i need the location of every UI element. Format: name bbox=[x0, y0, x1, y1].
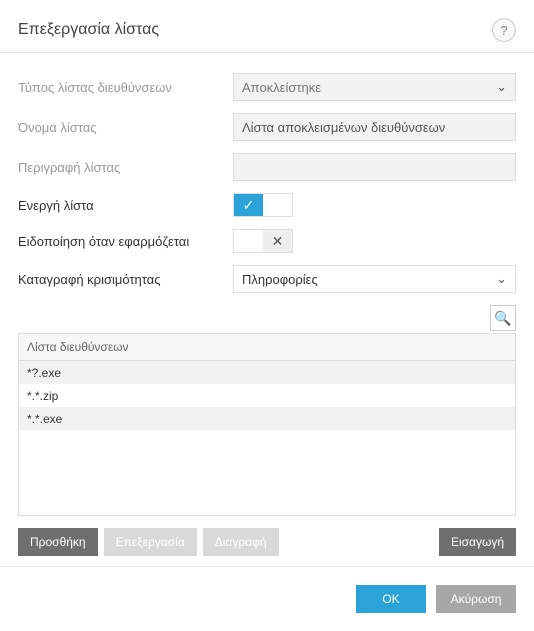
add-button[interactable]: Προσθήκη bbox=[18, 528, 98, 556]
help-icon: ? bbox=[500, 23, 507, 38]
row-notify: Ειδοποίηση όταν εφαρμόζεται ✕ bbox=[18, 229, 516, 253]
chevron-down-icon: ⌄ bbox=[496, 271, 507, 287]
label-active: Ενεργή λίστα bbox=[18, 198, 233, 213]
dialog: Επεξεργασία λίστας ? Τύπος λίστας διευθύ… bbox=[0, 0, 534, 631]
list-header: Λίστα διευθύνσεων bbox=[18, 333, 516, 361]
ok-button[interactable]: OK bbox=[356, 585, 426, 613]
select-type[interactable]: Αποκλείστηκε ⌄ bbox=[233, 73, 516, 101]
select-severity[interactable]: Πληροφορίες ⌄ bbox=[233, 265, 516, 293]
body: Τύπος λίστας διευθύνσεων Αποκλείστηκε ⌄ … bbox=[0, 53, 534, 566]
list-item[interactable]: *?.exe bbox=[19, 361, 515, 384]
import-button[interactable]: Εισαγωγή bbox=[439, 528, 516, 556]
edit-button: Επεξεργασία bbox=[104, 528, 197, 556]
list-item-text: *.*.zip bbox=[27, 389, 58, 403]
toggle-off-side bbox=[263, 194, 292, 216]
row-active: Ενεργή λίστα ✓ bbox=[18, 193, 516, 217]
search-icon: 🔍 bbox=[494, 310, 511, 327]
chevron-down-icon: ⌄ bbox=[496, 79, 507, 95]
help-button[interactable]: ? bbox=[492, 18, 516, 42]
input-name[interactable]: Λίστα αποκλεισμένων διευθύνσεων bbox=[233, 113, 516, 141]
search-wrap: 🔍 bbox=[18, 305, 516, 331]
button-row: Προσθήκη Επεξεργασία Διαγραφή Εισαγωγή bbox=[18, 528, 516, 556]
row-desc: Περιγραφή λίστας bbox=[18, 153, 516, 181]
list-item[interactable]: *.*.zip bbox=[19, 384, 515, 407]
list-item-text: *.*.exe bbox=[27, 412, 62, 426]
list-item[interactable]: *.*.exe bbox=[19, 407, 515, 430]
label-notify: Ειδοποίηση όταν εφαρμόζεται bbox=[18, 234, 233, 249]
search-button[interactable]: 🔍 bbox=[490, 305, 516, 331]
row-type: Τύπος λίστας διευθύνσεων Αποκλείστηκε ⌄ bbox=[18, 73, 516, 101]
label-name: Όνομα λίστας bbox=[18, 120, 233, 135]
input-desc[interactable] bbox=[233, 153, 516, 181]
list-item-text: *?.exe bbox=[27, 366, 61, 380]
toggle-notify[interactable]: ✕ bbox=[233, 229, 293, 253]
header: Επεξεργασία λίστας ? bbox=[0, 0, 534, 53]
footer: OK Ακύρωση bbox=[0, 566, 534, 631]
select-severity-value: Πληροφορίες bbox=[242, 272, 318, 287]
input-name-value: Λίστα αποκλεισμένων διευθύνσεων bbox=[242, 120, 445, 135]
check-icon: ✓ bbox=[234, 194, 263, 216]
row-name: Όνομα λίστας Λίστα αποκλεισμένων διευθύν… bbox=[18, 113, 516, 141]
cross-icon: ✕ bbox=[263, 230, 292, 252]
toggle-active[interactable]: ✓ bbox=[233, 193, 293, 217]
row-severity: Καταγραφή κρισιμότητας Πληροφορίες ⌄ bbox=[18, 265, 516, 293]
delete-button: Διαγραφή bbox=[203, 528, 279, 556]
label-desc: Περιγραφή λίστας bbox=[18, 160, 233, 175]
list-body[interactable]: *?.exe *.*.zip *.*.exe bbox=[18, 361, 516, 516]
label-type: Τύπος λίστας διευθύνσεων bbox=[18, 80, 233, 95]
select-type-value: Αποκλείστηκε bbox=[242, 80, 321, 95]
cancel-button[interactable]: Ακύρωση bbox=[436, 585, 516, 613]
toggle-on-side bbox=[234, 230, 263, 252]
list-header-label: Λίστα διευθύνσεων bbox=[27, 340, 129, 354]
label-severity: Καταγραφή κρισιμότητας bbox=[18, 272, 233, 287]
page-title: Επεξεργασία λίστας bbox=[18, 21, 159, 39]
